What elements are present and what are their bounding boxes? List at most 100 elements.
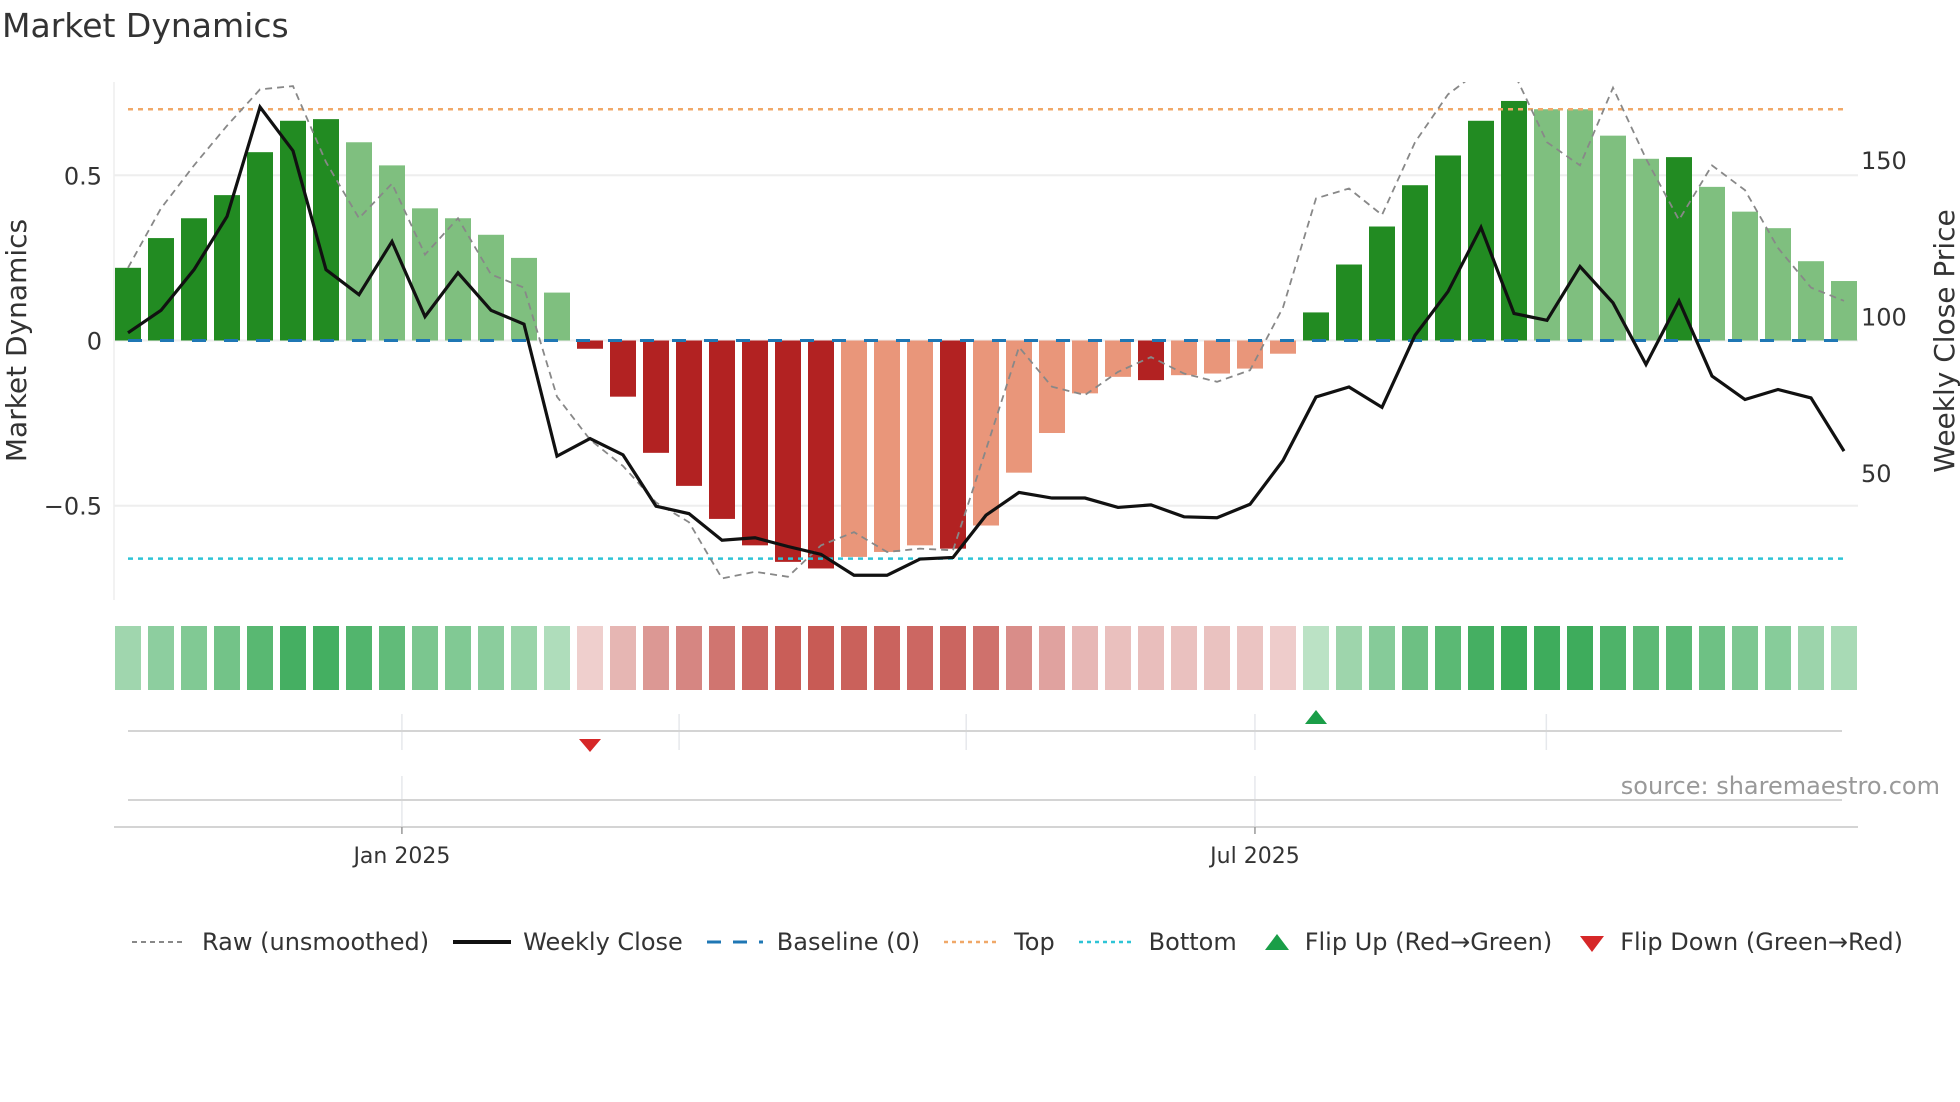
strength-strip-cell (1402, 626, 1428, 690)
legend-item-raw: Raw (unsmoothed) (130, 928, 429, 956)
strength-strip-cell (313, 626, 339, 690)
dynamics-bar (709, 340, 735, 519)
legend-item-flip-up: Flip Up (Red→Green) (1259, 928, 1553, 956)
strength-strip-cell (511, 626, 537, 690)
dynamics-bar (1204, 340, 1230, 374)
dynamics-bar (379, 165, 405, 341)
strength-strip-cell (808, 626, 834, 690)
legend-item-top: Top (942, 928, 1055, 956)
dynamics-bar (874, 340, 900, 552)
dynamics-bar (643, 340, 669, 453)
dynamics-bar (115, 267, 141, 341)
legend-label: Top (1014, 928, 1055, 956)
legend-label: Baseline (0) (776, 928, 921, 956)
bottom-legend-icon (1078, 940, 1135, 944)
strength-strip-cell (1105, 626, 1131, 690)
strength-strip-cell (1303, 626, 1329, 690)
strength-strip-cell (1534, 626, 1560, 690)
dynamics-bar (1336, 264, 1362, 341)
dynamics-bar (148, 238, 174, 341)
strength-strip-cell (379, 626, 405, 690)
x-tick-label: Jan 2025 (351, 844, 450, 869)
strength-strip-cell (181, 626, 207, 690)
y2-tick-label: 50 (1861, 460, 1892, 488)
strength-strip-cell (940, 626, 966, 690)
dynamics-bar (841, 340, 867, 557)
dynamics-bar (1237, 340, 1263, 369)
legend-label: Raw (unsmoothed) (202, 928, 430, 956)
strength-strip-cell (643, 626, 669, 690)
strength-strip-cell (1765, 626, 1791, 690)
y-tick-label: 0 (87, 328, 102, 356)
strength-strip-cell (1138, 626, 1164, 690)
dynamics-bar (1369, 226, 1395, 341)
strength-strip-cell (1501, 626, 1527, 690)
strength-strip-cell (1732, 626, 1758, 690)
strength-strip-cell (1567, 626, 1593, 690)
y2-axis-label: Weekly Close Price (1928, 209, 1960, 472)
y2-tick-label: 100 (1861, 304, 1907, 332)
dynamics-bar (1072, 340, 1098, 394)
dynamics-bar (544, 292, 570, 341)
strength-strip-cell (1072, 626, 1098, 690)
x-tick-label: Jul 2025 (1208, 844, 1300, 869)
strength-strip-cell (1468, 626, 1494, 690)
dynamics-bar (1699, 186, 1725, 341)
y-tick-label: −0.5 (44, 493, 102, 521)
strength-strip-cell (346, 626, 372, 690)
dynamics-bar (1732, 211, 1758, 341)
dynamics-bar (1006, 340, 1032, 473)
strength-strip-cell (1798, 626, 1824, 690)
dynamics-bar (1765, 228, 1791, 341)
dynamics-bar (808, 340, 834, 569)
strength-strip-cell (115, 626, 141, 690)
dynamics-bar (1798, 261, 1824, 341)
strength-strip-cell (1171, 626, 1197, 690)
y-axis-label: Market Dynamics (0, 219, 33, 462)
strength-strip-cell (247, 626, 273, 690)
legend: Raw (unsmoothed) Weekly Close Baseline (0)… (130, 928, 1925, 956)
dynamics-bar (775, 340, 801, 562)
dynamics-bar (1270, 340, 1296, 354)
strength-strip-cell (841, 626, 867, 690)
dynamics-bar (1666, 157, 1692, 341)
top-legend-icon (944, 940, 1001, 944)
dynamics-bar (1303, 312, 1329, 341)
strength-strip-cell (907, 626, 933, 690)
dynamics-bar (346, 142, 372, 341)
strength-strip-cell (775, 626, 801, 690)
dynamics-bar (313, 119, 339, 341)
dynamics-bar (247, 152, 273, 341)
strength-strip-cell (1270, 626, 1296, 690)
strength-strip-cell (1336, 626, 1362, 690)
dynamics-bar (1435, 155, 1461, 341)
dynamics-bar (940, 340, 966, 549)
strength-strip-cell (874, 626, 900, 690)
strength-strip-cell (742, 626, 768, 690)
strength-strip-cell (478, 626, 504, 690)
flip-down-legend-icon (1580, 936, 1605, 952)
dynamics-bar (1633, 158, 1659, 341)
strength-strip-cell (148, 626, 174, 690)
strength-strip-cell (1237, 626, 1263, 690)
dynamics-bar (1402, 185, 1428, 341)
strength-strip-cell (1699, 626, 1725, 690)
dynamics-bar (742, 340, 768, 546)
dynamics-bar (973, 340, 999, 526)
legend-label: Weekly Close (523, 928, 683, 956)
strength-strip-cell (1666, 626, 1692, 690)
strength-strip-cell (1831, 626, 1857, 690)
source-credit: source: sharemaestro.com (1620, 772, 1940, 800)
legend-label: Flip Up (Red→Green) (1304, 928, 1553, 956)
flip-up-legend-icon (1264, 934, 1289, 950)
strength-strip-cell (412, 626, 438, 690)
strength-strip-cell (544, 626, 570, 690)
y2-tick-label: 150 (1861, 147, 1907, 175)
dynamics-bar (412, 208, 438, 341)
strength-strip-cell (577, 626, 603, 690)
legend-item-baseline: Baseline (0) (705, 928, 920, 956)
strength-strip-cell (610, 626, 636, 690)
legend-label: Flip Down (Green→Red) (1620, 928, 1903, 956)
close-legend-icon (453, 940, 512, 944)
legend-item-close: Weekly Close (451, 928, 683, 956)
